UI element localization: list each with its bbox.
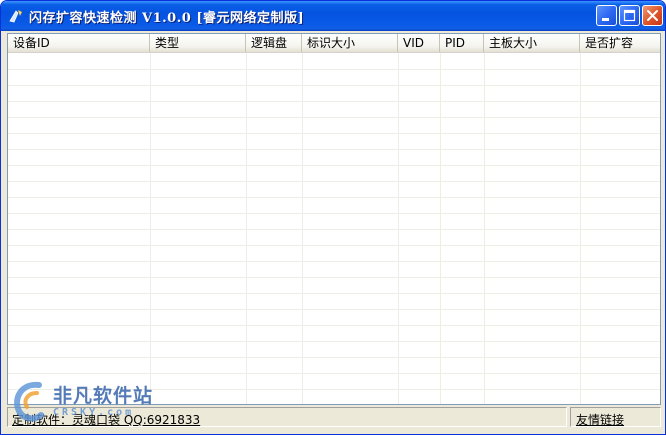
grid-column-line bbox=[150, 53, 151, 404]
grid-row-line bbox=[8, 325, 660, 326]
grid-row-line bbox=[8, 69, 660, 70]
grid-row-line bbox=[8, 261, 660, 262]
watermark-text: 非凡软件站 bbox=[53, 385, 154, 407]
status-pane-right: 友情链接 bbox=[570, 407, 661, 427]
minimize-icon bbox=[602, 18, 609, 21]
grid-column-line bbox=[440, 53, 441, 404]
grid-row-line bbox=[8, 341, 660, 342]
grid-column-line bbox=[246, 53, 247, 404]
list-grid bbox=[8, 53, 660, 404]
grid-row-line bbox=[8, 229, 660, 230]
list-header: 设备ID 类型 逻辑盘 标识大小 VID PID 主板大小 是否扩容 bbox=[8, 34, 660, 53]
crsky-logo-icon bbox=[14, 381, 44, 422]
window-title: 闪存扩容快速检测 V1.0.0 [睿元网络定制版] bbox=[29, 11, 305, 26]
grid-row-line bbox=[8, 165, 660, 166]
friend-links-link[interactable]: 友情链接 bbox=[576, 411, 624, 428]
maximize-button[interactable] bbox=[619, 5, 640, 26]
grid-row-line bbox=[8, 117, 660, 118]
grid-row-line bbox=[8, 101, 660, 102]
watermark: 非凡软件站 CRSKY.com bbox=[9, 379, 169, 429]
grid-row-line bbox=[8, 85, 660, 86]
grid-row-line bbox=[8, 245, 660, 246]
grid-column-line bbox=[484, 53, 485, 404]
grid-row-line bbox=[8, 197, 660, 198]
grid-row-line bbox=[8, 277, 660, 278]
app-window: 闪存扩容快速检测 V1.0.0 [睿元网络定制版] 设备ID 类型 逻辑盘 标识… bbox=[0, 0, 666, 435]
grid-row-line bbox=[8, 373, 660, 374]
grid-row-line bbox=[8, 213, 660, 214]
grid-row-line bbox=[8, 133, 660, 134]
grid-row-line bbox=[8, 149, 660, 150]
column-header-logical-drive[interactable]: 逻辑盘 bbox=[246, 34, 302, 52]
title-bar[interactable]: 闪存扩容快速检测 V1.0.0 [睿元网络定制版] bbox=[1, 1, 665, 31]
grid-row-line bbox=[8, 309, 660, 310]
grid-column-line bbox=[398, 53, 399, 404]
maximize-icon bbox=[623, 9, 636, 22]
device-list[interactable]: 设备ID 类型 逻辑盘 标识大小 VID PID 主板大小 是否扩容 bbox=[7, 33, 661, 405]
close-button[interactable] bbox=[642, 5, 663, 26]
minimize-button[interactable] bbox=[596, 5, 617, 26]
grid-row-line bbox=[8, 357, 660, 358]
close-icon bbox=[647, 10, 658, 21]
grid-row-line bbox=[8, 181, 660, 182]
grid-row-line bbox=[8, 293, 660, 294]
column-header-expanded[interactable]: 是否扩容 bbox=[580, 34, 660, 52]
watermark-subtext: CRSKY.com bbox=[53, 407, 135, 418]
column-header-label-size[interactable]: 标识大小 bbox=[302, 34, 398, 52]
grid-column-line bbox=[302, 53, 303, 404]
column-header-pid[interactable]: PID bbox=[440, 34, 484, 52]
column-header-device-id[interactable]: 设备ID bbox=[8, 34, 150, 52]
column-header-type[interactable]: 类型 bbox=[150, 34, 246, 52]
grid-column-line bbox=[580, 53, 581, 404]
column-header-vid[interactable]: VID bbox=[398, 34, 440, 52]
column-header-board-size[interactable]: 主板大小 bbox=[484, 34, 580, 52]
app-icon bbox=[7, 7, 25, 25]
